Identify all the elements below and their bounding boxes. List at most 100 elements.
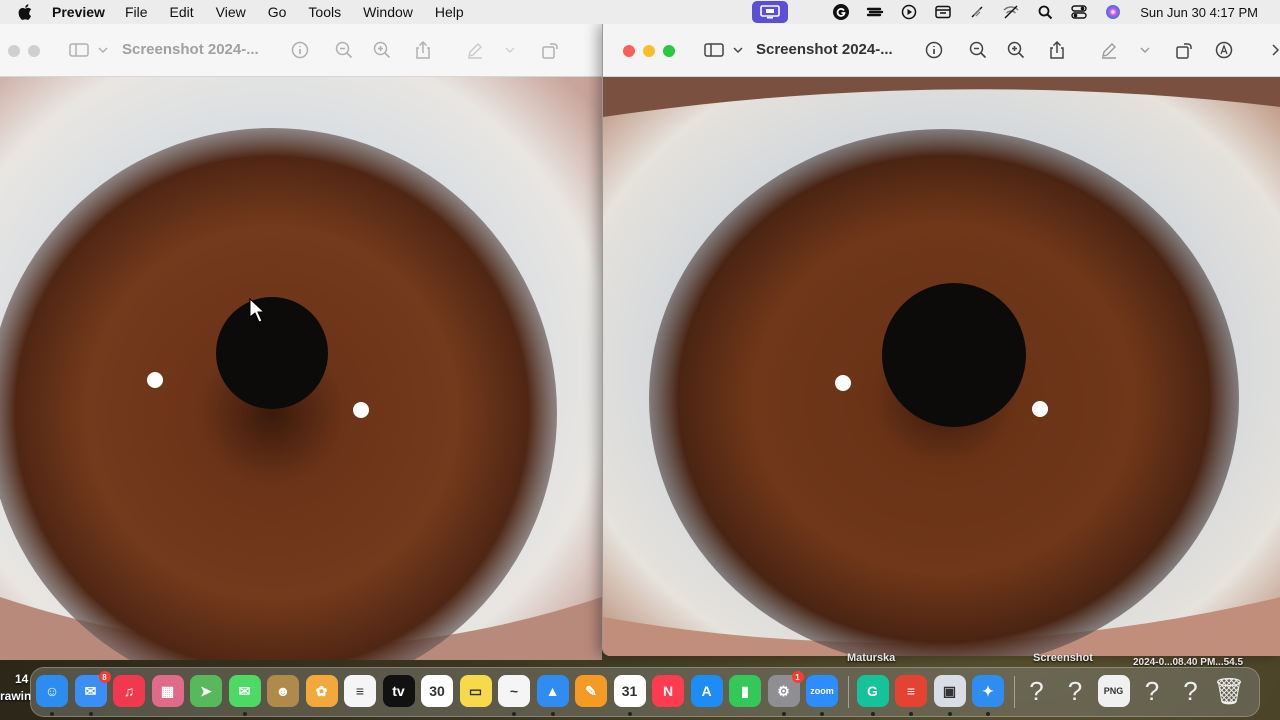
- play-icon[interactable]: [896, 0, 922, 24]
- desktop-side-label: 14: [15, 672, 29, 686]
- desktop-side-label: rawin: [0, 689, 32, 703]
- png-file-icon[interactable]: PNG: [1097, 675, 1130, 707]
- news-icon[interactable]: N: [652, 675, 684, 707]
- zoom-in-icon[interactable]: [1005, 39, 1027, 61]
- close-button[interactable]: [623, 45, 635, 57]
- zoom-icon[interactable]: zoom: [806, 675, 838, 707]
- safari-icon[interactable]: ✦: [972, 675, 1004, 707]
- running-indicator: [627, 712, 632, 716]
- more-chevron-icon[interactable]: [1265, 39, 1280, 61]
- control-center-icon[interactable]: [1066, 0, 1092, 24]
- menu-window[interactable]: Window: [363, 4, 413, 20]
- siri-icon[interactable]: [1100, 0, 1126, 24]
- chevron-down-icon[interactable]: [727, 39, 749, 61]
- screen-share-icon[interactable]: [752, 1, 789, 23]
- dock-app-glyph: ☺: [44, 683, 60, 699]
- freeform-icon[interactable]: ~: [498, 675, 530, 707]
- app-store-icon[interactable]: A: [690, 675, 723, 707]
- calendar-widget-icon[interactable]: [930, 0, 956, 24]
- network-off-icon[interactable]: [998, 0, 1024, 24]
- todoist-icon[interactable]: ≡: [895, 675, 927, 707]
- running-indicator: [820, 712, 824, 716]
- numbers-icon[interactable]: ▮: [729, 675, 761, 707]
- maps-icon[interactable]: ➤: [190, 675, 222, 707]
- sidebar-toggle-icon[interactable]: [68, 39, 90, 61]
- photos-icon[interactable]: ✿: [305, 675, 338, 707]
- music-icon[interactable]: ♫: [113, 675, 145, 707]
- dock-app-glyph: ✿: [315, 682, 328, 699]
- share-icon[interactable]: [412, 39, 434, 61]
- settings-icon[interactable]: ⚙ 1: [767, 671, 804, 707]
- menu-help[interactable]: Help: [435, 4, 464, 20]
- apple-menu-icon[interactable]: [18, 4, 36, 20]
- messages-icon[interactable]: ✉: [228, 675, 261, 707]
- markup-pen-icon[interactable]: [464, 39, 486, 61]
- dock-app-glyph: ?: [1067, 675, 1083, 706]
- zoom-button[interactable]: [663, 45, 675, 57]
- menu-app-name[interactable]: Preview: [52, 4, 105, 20]
- menu-tools[interactable]: Tools: [308, 4, 341, 20]
- launchpad-icon[interactable]: ▦: [151, 675, 184, 707]
- dock-app-glyph: ☻: [275, 683, 291, 699]
- notification-badge: 8: [98, 671, 111, 683]
- trash-icon[interactable]: 🗑: [1213, 675, 1246, 707]
- question-icon[interactable]: ?: [1136, 675, 1168, 707]
- mail-icon[interactable]: ✉ 8: [74, 671, 111, 707]
- search-icon[interactable]: [1032, 0, 1058, 24]
- contacts-icon[interactable]: ☻: [267, 675, 299, 707]
- markup-pen-icon[interactable]: [1098, 39, 1120, 61]
- window-toolbar: Screenshot 2024-...: [0, 24, 602, 77]
- question-icon[interactable]: ?: [1021, 675, 1053, 707]
- dock-app-glyph: ▣: [942, 682, 957, 699]
- question-icon[interactable]: ?: [1059, 675, 1091, 707]
- zoom-out-icon[interactable]: [333, 39, 355, 61]
- stack-icon[interactable]: [862, 0, 888, 24]
- info-icon[interactable]: [923, 39, 945, 61]
- wifi-off-icon[interactable]: [964, 0, 990, 24]
- zoom-in-icon[interactable]: [371, 39, 393, 61]
- dock-app-glyph: ✉: [84, 682, 97, 699]
- close-button[interactable]: [8, 45, 20, 57]
- eye-photo-left: [0, 77, 602, 660]
- question-icon[interactable]: ?: [1175, 675, 1207, 707]
- running-indicator: [550, 712, 555, 716]
- menu-bar: Preview File Edit View Go Tools Window H…: [0, 0, 1280, 24]
- reminders-icon[interactable]: ≡: [344, 675, 376, 707]
- menu-go[interactable]: Go: [268, 4, 287, 20]
- markup-chevron-icon[interactable]: [1134, 39, 1156, 61]
- grammarly-icon[interactable]: G: [856, 675, 889, 707]
- google-calendar-icon[interactable]: 31: [613, 675, 646, 707]
- desktop-file-label[interactable]: Maturska: [847, 652, 895, 664]
- running-indicator: [947, 712, 952, 716]
- tv-icon[interactable]: tv: [382, 675, 415, 707]
- sidebar-toggle-icon[interactable]: [703, 39, 725, 61]
- finder-icon[interactable]: ☺: [36, 675, 68, 707]
- image-canvas-left[interactable]: [0, 77, 602, 660]
- preview-icon[interactable]: ▣: [933, 675, 966, 707]
- info-icon[interactable]: [289, 39, 311, 61]
- grammarly-menu-icon[interactable]: [828, 0, 854, 24]
- dock: ☺ ✉ 8 ♫ ▦ ➤ ✉ ☻ ✿ ≡ tv 30 ▭ ~ ▲ ✎ 31 N A ▮ ⚙ 1 zoom G ≡ ▣ ✦?? PNG??…: [30, 667, 1260, 717]
- rotate-icon[interactable]: [539, 39, 561, 61]
- image-canvas-right[interactable]: [603, 77, 1280, 656]
- traffic-lights: [623, 45, 683, 57]
- menu-file[interactable]: File: [125, 4, 148, 20]
- menu-edit[interactable]: Edit: [170, 4, 194, 20]
- menu-view[interactable]: View: [216, 4, 246, 20]
- minimize-button[interactable]: [643, 45, 655, 57]
- zoom-out-icon[interactable]: [967, 39, 989, 61]
- minimize-button[interactable]: [28, 45, 40, 57]
- dock-app-glyph: ?: [1183, 675, 1198, 706]
- calendar-icon[interactable]: 30: [421, 675, 453, 707]
- share-icon[interactable]: [1046, 39, 1068, 61]
- rotate-icon[interactable]: [1173, 39, 1195, 61]
- markup-chevron-icon[interactable]: [499, 39, 521, 61]
- keynote-icon[interactable]: ▲: [536, 675, 569, 707]
- notification-badge: 1: [791, 671, 804, 683]
- notes-icon[interactable]: ▭: [459, 675, 492, 707]
- annotate-icon[interactable]: [1213, 39, 1235, 61]
- chevron-down-icon[interactable]: [92, 39, 114, 61]
- pages-icon[interactable]: ✎: [575, 675, 607, 707]
- menu-clock[interactable]: Sun Jun 30 4:17 PM: [1140, 5, 1258, 20]
- desktop-file-label[interactable]: Screenshot: [1033, 652, 1093, 664]
